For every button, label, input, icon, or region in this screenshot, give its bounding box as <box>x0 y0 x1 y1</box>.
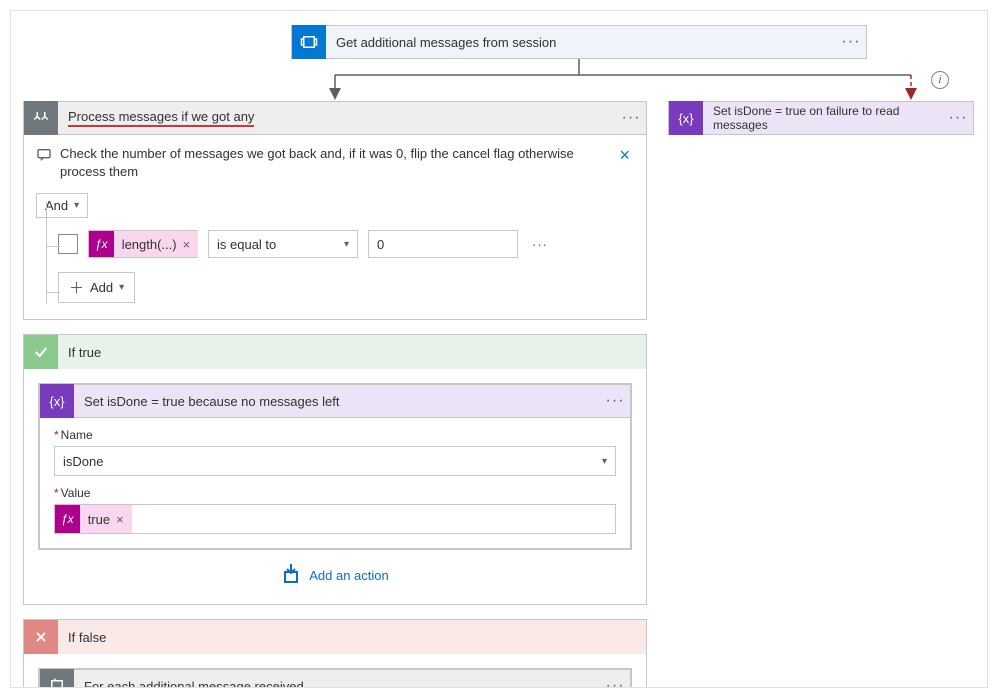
rule-left-expression[interactable]: ƒx length(...) × <box>88 230 198 258</box>
foreach-menu[interactable]: ··· <box>600 677 630 688</box>
fx-icon: ƒx <box>55 505 80 533</box>
check-icon <box>24 335 58 369</box>
condition-rule-row: ƒx length(...) × is equal to ▾ 0 ··· <box>58 230 634 258</box>
value-field-input[interactable]: ƒx true × <box>54 504 616 534</box>
set-variable-title: Set isDone = true because no messages le… <box>74 394 600 409</box>
condition-comment: Check the number of messages we got back… <box>36 145 634 181</box>
if-true-add-action[interactable]: Add an action <box>38 564 632 586</box>
add-action-icon <box>281 564 301 586</box>
rule-operator-select[interactable]: is equal to ▾ <box>208 230 358 258</box>
top-action-menu[interactable]: ··· <box>836 33 866 51</box>
chevron-down-icon: ▾ <box>119 282 124 293</box>
fx-icon: ƒx <box>89 231 114 257</box>
plus-icon: ＋ <box>69 277 84 298</box>
if-true-branch: If true {x} Set isDone = true because no… <box>23 334 647 605</box>
expression-remove-icon[interactable]: × <box>183 237 191 252</box>
flow-canvas: i Get additional messages from session ·… <box>10 10 988 688</box>
tree-connector <box>38 202 58 304</box>
foreach-card[interactable]: For each additional message received ··· <box>38 668 632 688</box>
condition-title: Process messages if we got any <box>58 109 616 127</box>
foreach-title: For each additional message received <box>74 679 600 688</box>
add-rule-label: Add <box>90 280 113 295</box>
if-false-branch: If false For each additional message rec… <box>23 619 647 688</box>
if-false-header[interactable]: If false <box>24 620 646 654</box>
name-field-select[interactable]: isDone ▾ <box>54 446 616 476</box>
servicebus-icon <box>292 25 326 59</box>
set-variable-fields: *Name isDone ▾ *Value ƒx true × <box>39 418 631 549</box>
condition-icon <box>24 101 58 135</box>
variable-icon: {x} <box>40 384 74 418</box>
add-action-label: Add an action <box>309 568 389 583</box>
failure-action-menu[interactable]: ··· <box>943 109 973 127</box>
if-true-title: If true <box>58 345 101 360</box>
expression-remove-icon[interactable]: × <box>116 512 124 527</box>
name-field-value: isDone <box>63 454 103 469</box>
chevron-down-icon: ▾ <box>74 200 79 211</box>
comment-text: Check the number of messages we got back… <box>60 145 607 181</box>
chevron-down-icon: ▾ <box>344 239 349 250</box>
close-icon <box>24 620 58 654</box>
name-field-label: *Name <box>54 428 616 442</box>
comment-icon <box>36 147 52 166</box>
failure-action-title: Set isDone = true on failure to read mes… <box>703 104 943 132</box>
condition-menu[interactable]: ··· <box>616 109 646 127</box>
expression-text: length(...) <box>122 237 177 252</box>
add-rule-button[interactable]: ＋ Add ▾ <box>58 272 135 303</box>
chevron-down-icon: ▾ <box>602 456 607 467</box>
rule-menu[interactable]: ··· <box>528 237 552 252</box>
value-expression-text: true <box>88 512 110 527</box>
set-variable-menu[interactable]: ··· <box>600 392 630 410</box>
failure-action-card[interactable]: {x} Set isDone = true on failure to read… <box>668 101 974 135</box>
if-true-header[interactable]: If true <box>24 335 646 369</box>
value-text: 0 <box>377 237 384 252</box>
loop-icon <box>40 669 74 688</box>
comment-close-icon[interactable]: × <box>615 145 634 166</box>
condition-column: Process messages if we got any ··· Check… <box>23 101 647 688</box>
operator-text: is equal to <box>217 237 276 252</box>
if-false-title: If false <box>58 630 106 645</box>
rule-checkbox[interactable] <box>58 234 78 254</box>
variable-icon: {x} <box>669 101 703 135</box>
top-action-title: Get additional messages from session <box>326 35 836 50</box>
value-field-label: *Value <box>54 486 616 500</box>
set-variable-card[interactable]: {x} Set isDone = true because no message… <box>38 383 632 550</box>
info-icon[interactable]: i <box>931 71 949 89</box>
condition-header[interactable]: Process messages if we got any ··· <box>23 101 647 135</box>
rule-value-input[interactable]: 0 <box>368 230 518 258</box>
top-action-card[interactable]: Get additional messages from session ··· <box>291 25 867 59</box>
condition-body: Check the number of messages we got back… <box>23 135 647 320</box>
